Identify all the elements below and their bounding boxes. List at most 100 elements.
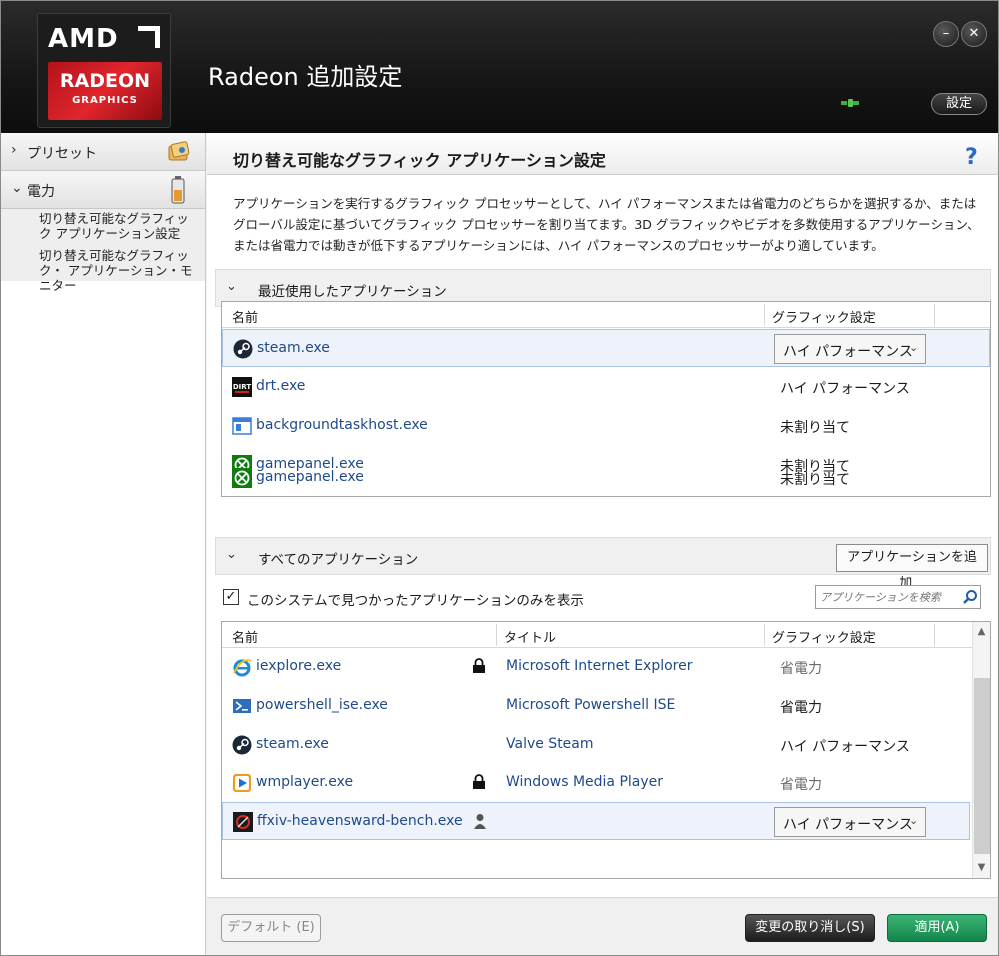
connection-status-icon xyxy=(841,99,859,107)
section-label: すべてのアプリケーション xyxy=(258,552,419,568)
settings-button[interactable]: 設定 xyxy=(931,93,987,115)
column-divider xyxy=(764,624,765,646)
chevron-down-icon: ⌄ xyxy=(226,547,237,562)
ffxiv-icon xyxy=(233,812,253,832)
table-header: 名前 タイトル グラフィック設定 xyxy=(222,622,972,648)
all-apps-section-header[interactable]: ⌄ すべてのアプリケーション アプリケーションを追加... xyxy=(215,537,991,591)
footer-bar: デフォルト (E) 変更の取り消し(S) 適用(A) xyxy=(207,897,998,955)
discard-changes-button[interactable]: 変更の取り消し(S) xyxy=(745,914,875,942)
sidebar-item-power[interactable]: ⌄ 電力 xyxy=(1,171,205,209)
dirt-icon: DIRT xyxy=(232,377,252,397)
main-content: 切り替え可能なグラフィック アプリケーション設定 ? アプリケーションを実行する… xyxy=(207,133,998,955)
table-row[interactable]: iexplore.exe Microsoft Internet Explorer… xyxy=(222,648,972,686)
scroll-up-arrow-icon[interactable]: ▲ xyxy=(973,622,990,642)
filter-checkbox[interactable]: ✓ xyxy=(223,589,239,605)
search-field[interactable] xyxy=(815,585,981,609)
graphics-setting-value: 省電力 xyxy=(780,661,822,677)
content-body: アプリケーションを実行するグラフィック プロセッサーとして、ハイ パフォーマンス… xyxy=(207,175,998,897)
column-header-setting[interactable]: グラフィック設定 xyxy=(772,627,876,646)
app-name: steam.exe xyxy=(257,340,330,356)
scroll-down-arrow-icon[interactable]: ▼ xyxy=(973,858,990,878)
amd-arrow-mark xyxy=(138,26,160,48)
table-header: 名前 グラフィック設定 xyxy=(222,302,990,328)
search-icon[interactable] xyxy=(962,589,978,605)
user-icon xyxy=(474,814,486,829)
help-icon[interactable]: ? xyxy=(965,145,978,170)
column-header-title[interactable]: タイトル xyxy=(504,627,556,646)
window-icon xyxy=(232,417,252,435)
lock-icon xyxy=(473,658,485,673)
title-bar: AMD RADEON GRAPHICS Radeon 追加設定 – ✕ 設定 xyxy=(1,1,998,133)
table-row[interactable]: DIRT drt.exe ハイ パフォーマンス xyxy=(222,368,990,406)
radeon-wordmark: RADEON xyxy=(59,70,151,92)
scrollbar-thumb[interactable] xyxy=(974,678,990,854)
graphics-setting-value[interactable]: 未割り当て xyxy=(780,417,850,437)
dropdown-value: ハイ パフォーマンス xyxy=(783,817,913,833)
filter-checkbox-label[interactable]: このシステムで見つかったアプリケーションのみを表示 xyxy=(247,589,584,609)
minimize-button[interactable]: – xyxy=(933,21,959,47)
section-label: 最近使用したアプリケーション xyxy=(258,284,447,300)
battery-icon xyxy=(171,176,185,204)
column-divider xyxy=(934,304,935,326)
sidebar-item-preset[interactable]: › プリセット xyxy=(1,133,205,171)
column-divider xyxy=(764,304,765,326)
powershell-icon xyxy=(233,699,251,713)
search-input[interactable] xyxy=(820,589,954,605)
column-divider xyxy=(934,624,935,646)
table-row[interactable]: ffxiv-heavensward-bench.exe ハイ パフォーマンス ⌄ xyxy=(222,802,970,840)
graphics-setting-dropdown[interactable]: ハイ パフォーマンス ⌄ xyxy=(774,807,926,837)
table-row[interactable]: steam.exe ハイ パフォーマンス ⌄ xyxy=(222,329,990,367)
table-row[interactable]: gamepanel.exe 未割り当て xyxy=(222,468,990,497)
steam-icon xyxy=(232,735,252,755)
graphics-setting-value[interactable]: ハイ パフォーマンス xyxy=(780,378,910,398)
app-title: Windows Media Player xyxy=(506,774,664,790)
app-title: Valve Steam xyxy=(506,736,594,752)
graphics-setting-value[interactable]: 未割り当て xyxy=(780,469,850,489)
amd-radeon-logo: AMD RADEON GRAPHICS xyxy=(37,13,171,128)
column-divider xyxy=(496,624,497,646)
app-name: drt.exe xyxy=(256,378,306,394)
sidebar: › プリセット ⌄ 電力 切り替え可能なグラフィック アプリケーション設定 切り… xyxy=(1,133,206,955)
graphics-setting-value: 省電力 xyxy=(780,777,822,793)
app-name: steam.exe xyxy=(256,736,329,752)
preset-folder-icon xyxy=(168,141,190,161)
column-header-setting[interactable]: グラフィック設定 xyxy=(772,307,876,326)
sidebar-item-label: プリセット xyxy=(27,146,97,162)
radeon-badge: RADEON GRAPHICS xyxy=(48,62,162,120)
app-name: iexplore.exe xyxy=(256,658,342,674)
chevron-down-icon: ⌄ xyxy=(11,180,23,196)
app-name: powershell_ise.exe xyxy=(256,697,388,713)
sidebar-item-label: 電力 xyxy=(27,184,55,200)
table-row[interactable]: powershell_ise.exe Microsoft Powershell … xyxy=(222,687,972,725)
table-row[interactable]: wmplayer.exe Windows Media Player 省電力 xyxy=(222,764,972,802)
table-row[interactable]: steam.exe Valve Steam ハイ パフォーマンス xyxy=(222,726,972,764)
app-name: gamepanel.exe xyxy=(256,469,364,485)
steam-icon xyxy=(233,339,253,359)
recent-apps-table: 名前 グラフィック設定 steam.exe ハイ パフォーマンス ⌄ DIRT … xyxy=(221,301,991,497)
lock-icon xyxy=(473,774,485,789)
graphics-setting-value[interactable]: ハイ パフォーマンス xyxy=(780,736,910,756)
close-button[interactable]: ✕ xyxy=(961,21,987,47)
sidebar-subitem-app-monitor[interactable]: 切り替え可能なグラフィック・ アプリケーション・モニター xyxy=(39,248,199,293)
app-name: wmplayer.exe xyxy=(256,774,354,790)
chevron-down-icon: ⌄ xyxy=(909,341,919,354)
graphics-setting-dropdown[interactable]: ハイ パフォーマンス ⌄ xyxy=(774,334,926,364)
chevron-down-icon: ⌄ xyxy=(226,279,237,294)
app-title: Radeon 追加設定 xyxy=(208,63,403,91)
vertical-scrollbar[interactable]: ▲ ▼ xyxy=(972,622,990,878)
svg-text:DIRT: DIRT xyxy=(233,383,251,391)
apply-button[interactable]: 適用(A) xyxy=(887,914,987,942)
column-header-name[interactable]: 名前 xyxy=(232,307,258,326)
default-button[interactable]: デフォルト (E) xyxy=(221,914,321,942)
content-header: 切り替え可能なグラフィック アプリケーション設定 ? xyxy=(207,133,998,175)
page-title: 切り替え可能なグラフィック アプリケーション設定 xyxy=(233,151,606,170)
graphics-setting-value[interactable]: 省電力 xyxy=(780,697,822,717)
table-row[interactable]: backgroundtaskhost.exe 未割り当て xyxy=(222,407,990,445)
amd-wordmark: AMD xyxy=(48,24,119,54)
app-title: Microsoft Internet Explorer xyxy=(506,658,693,674)
add-application-button[interactable]: アプリケーションを追加... xyxy=(836,544,988,591)
column-header-name[interactable]: 名前 xyxy=(232,627,258,646)
ie-icon xyxy=(233,659,252,677)
app-window: AMD RADEON GRAPHICS Radeon 追加設定 – ✕ 設定 ›… xyxy=(0,0,999,956)
sidebar-subitem-app-settings[interactable]: 切り替え可能なグラフィック アプリケーション設定 xyxy=(39,211,199,241)
